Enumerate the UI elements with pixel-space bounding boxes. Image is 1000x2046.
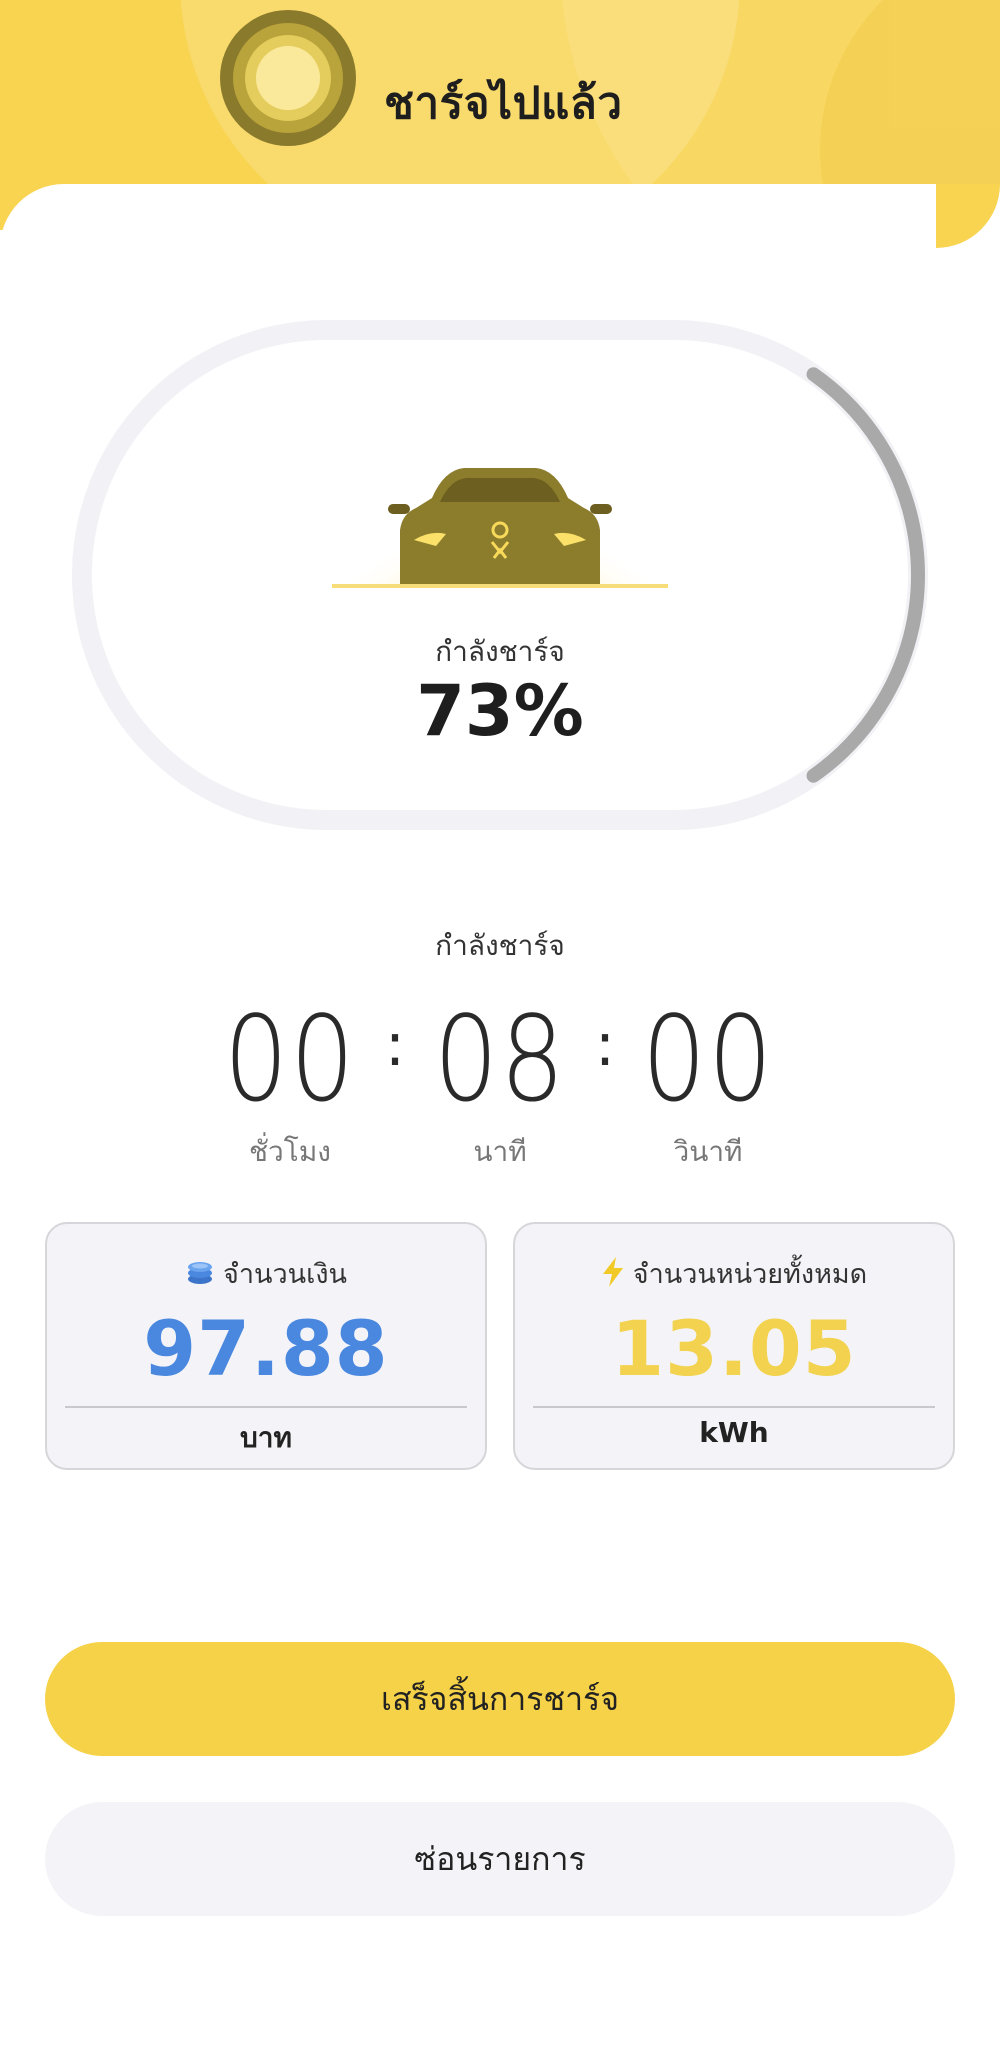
header-corner: [936, 184, 1000, 248]
hide-list-button[interactable]: ซ่อนรายการ: [45, 1802, 955, 1916]
charge-progress-indicator: กำลังชาร์จ 73%: [70, 318, 930, 832]
energy-card-label: จำนวนหน่วยทั้งหมด: [632, 1259, 868, 1290]
divider: [533, 1406, 935, 1408]
charging-status-label: กำลังชาร์จ: [435, 635, 565, 668]
money-card-title: จำนวนเงิน: [47, 1252, 485, 1295]
timer-separator: :: [594, 1010, 616, 1080]
timer-seconds-unit: วินาที: [673, 1135, 743, 1168]
energy-value: 13.05: [611, 1304, 857, 1393]
energy-card-title: จำนวนหน่วยทั้งหมด: [515, 1252, 953, 1295]
charge-percent: 73%: [416, 670, 584, 752]
timer-separator: :: [384, 1010, 406, 1080]
money-value: 97.88: [143, 1304, 389, 1393]
lightning-icon: [601, 1257, 625, 1294]
timer-minutes-unit: นาที: [473, 1135, 527, 1168]
timer-hours: 00: [223, 990, 357, 1128]
money-unit: บาท: [240, 1421, 292, 1454]
finish-charging-button[interactable]: เสร็จสิ้นการชาร์จ: [45, 1642, 955, 1756]
money-card: จำนวนเงิน 97.88 บาท: [45, 1222, 487, 1470]
timer-minutes: 08: [433, 990, 567, 1128]
energy-unit: kWh: [699, 1416, 769, 1449]
money-card-label: จำนวนเงิน: [223, 1259, 347, 1290]
timer-seconds: 00: [641, 990, 775, 1128]
timer-hours-unit: ชั่วโมง: [249, 1135, 331, 1168]
divider: [65, 1406, 467, 1408]
charging-sun-icon: [220, 10, 356, 146]
timer-label: กำลังชาร์จ: [435, 929, 565, 962]
coins-icon: [185, 1257, 215, 1294]
energy-card: จำนวนหน่วยทั้งหมด 13.05 kWh: [513, 1222, 955, 1470]
car-icon: [332, 438, 668, 648]
page-title: ชาร์จไปแล้ว: [384, 78, 623, 129]
